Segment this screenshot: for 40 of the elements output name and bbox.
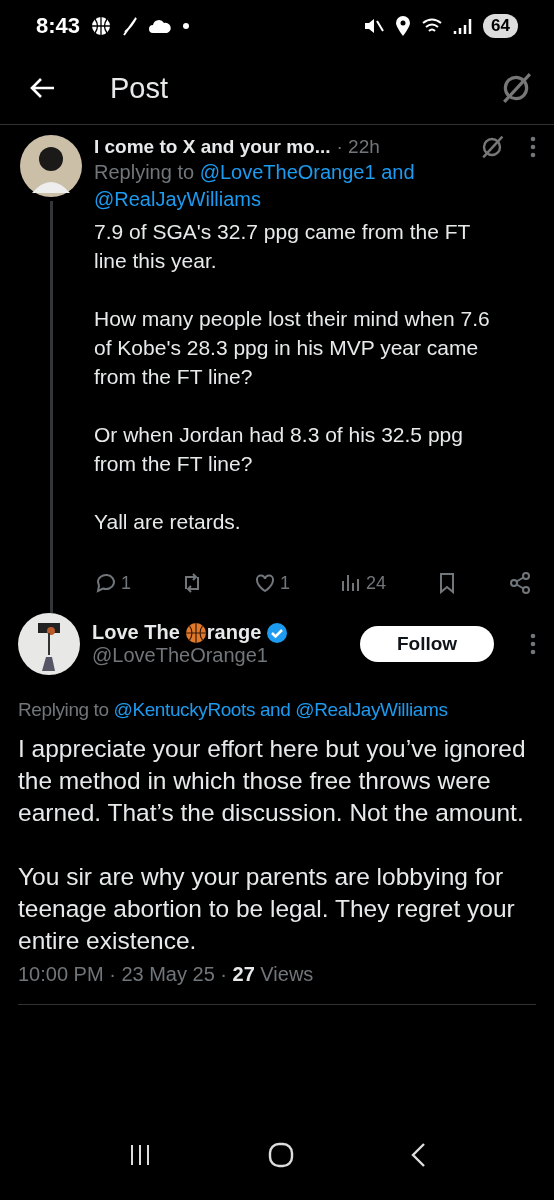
- more-icon[interactable]: [530, 136, 536, 158]
- dot-icon: [182, 22, 191, 30]
- signal-icon: [453, 17, 474, 35]
- post-time: · 22h: [336, 136, 380, 158]
- reply-icon[interactable]: [94, 571, 118, 595]
- location-icon: [395, 15, 412, 37]
- home-icon[interactable]: [268, 1142, 294, 1168]
- status-time: 8:43: [36, 13, 81, 39]
- more-icon[interactable]: [530, 633, 536, 655]
- action-count: 24: [366, 572, 386, 594]
- mute-icon: [363, 16, 386, 36]
- back-icon[interactable]: [410, 1142, 426, 1168]
- battery-level: 64: [483, 14, 518, 38]
- cloud-icon: [148, 18, 173, 34]
- grok-icon[interactable]: [500, 72, 532, 104]
- replying-to-text: Replying to @LoveTheOrange1 and @RealJayWilliams: [94, 160, 416, 212]
- post-text: How many people lost their mind when 7.6 of Kobe's 28.3 ppg in his MVP year came from the FT line?: [94, 306, 491, 390]
- feather-icon: [122, 16, 139, 36]
- recent-apps-icon[interactable]: [128, 1143, 152, 1167]
- avatar: [20, 135, 82, 197]
- page-title: Post: [110, 71, 169, 105]
- post-text: 7.9 of SGA's 32.7 ppg came from the FT line this year.: [94, 219, 471, 274]
- author-name: range: [206, 621, 262, 644]
- post-text: Yall are retards.: [94, 509, 242, 535]
- post-text: I appreciate your effort here but you’ve ignored the method in which those free throws were earned. That’s the discussion. Not the amount.: [18, 733, 527, 828]
- share-icon[interactable]: [508, 571, 532, 595]
- basketball-icon: [184, 621, 207, 644]
- action-count: 1: [280, 572, 290, 594]
- author-handle: @LoveTheOrange1: [92, 644, 269, 667]
- author-name: I come to X and your mo...: [94, 136, 331, 158]
- grok-icon[interactable]: [480, 135, 504, 159]
- action-count: 1: [121, 572, 131, 594]
- author-name: Love The: [92, 621, 180, 644]
- post-meta: 10:00 PM · 23 May 25 · 27 Views: [18, 962, 536, 1005]
- post-text: Or when Jordan had 8.3 of his 32.5 ppg from the FT line?: [94, 422, 464, 477]
- replying-to-text: Replying to @KentuckyRoots and @RealJayWilliams: [18, 698, 449, 722]
- heart-icon[interactable]: [253, 571, 277, 595]
- basketball-icon: [90, 15, 113, 37]
- follow-button[interactable]: Follow: [360, 626, 494, 662]
- post-text: You sir are why your parents are lobbying for teenage abortion to be legal. They regret your entire existence.: [18, 861, 516, 956]
